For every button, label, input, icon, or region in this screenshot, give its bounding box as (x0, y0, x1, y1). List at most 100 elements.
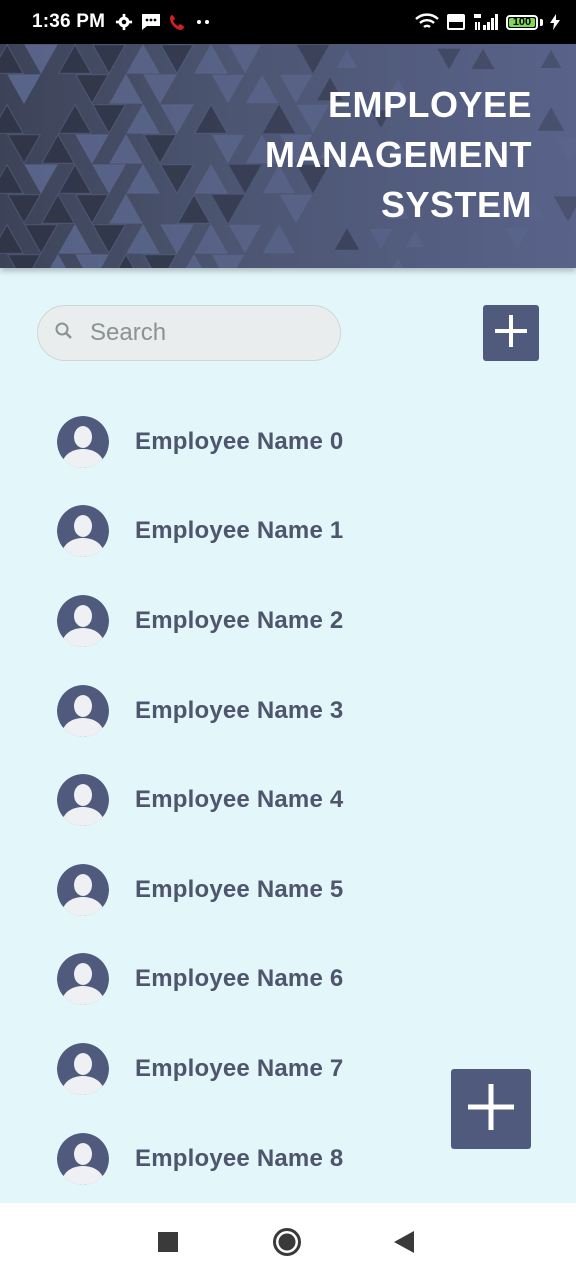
pattern-triangle (91, 164, 127, 195)
pattern-triangle (392, 258, 404, 268)
fab-add-employee-button[interactable] (451, 1069, 531, 1149)
avatar (57, 863, 109, 916)
pattern-triangle (437, 48, 461, 70)
pattern-triangle (405, 230, 425, 248)
pattern-triangle (49, 253, 67, 268)
pattern-triangle (23, 224, 59, 255)
volte-icon (446, 13, 466, 31)
pattern-triangle (0, 223, 25, 254)
pattern-triangle (504, 228, 530, 250)
pattern-triangle (108, 73, 144, 104)
pattern-triangle (159, 44, 195, 75)
signal-icon (473, 13, 499, 31)
back-button[interactable] (394, 1231, 414, 1253)
pattern-triangle (74, 254, 110, 268)
wifi-icon (415, 13, 439, 31)
pattern-triangle (228, 44, 262, 74)
search-input[interactable] (88, 318, 312, 348)
pattern-triangle (57, 103, 93, 134)
pattern-triangle (108, 133, 144, 164)
pattern-triangle (537, 107, 565, 131)
employee-name: Employee Name 3 (135, 696, 344, 724)
list-item[interactable]: Employee Name 3 (0, 666, 576, 756)
settings-icon (115, 13, 133, 31)
pattern-triangle (57, 163, 93, 194)
app-title: EMPLOYEE MANAGEMENT SYSTEM (265, 80, 532, 230)
pattern-triangle (571, 227, 576, 235)
pattern-triangle (185, 253, 203, 268)
employee-name: Employee Name 1 (135, 517, 344, 545)
system-nav-bar (0, 1203, 576, 1280)
avatar (57, 594, 109, 647)
status-left-icons (115, 13, 211, 31)
message-icon (141, 13, 161, 31)
battery-icon: 100 (506, 14, 538, 30)
list-item[interactable]: Employee Name 5 (0, 845, 576, 935)
list-item[interactable]: Employee Name 4 (0, 755, 576, 845)
home-button[interactable] (272, 1227, 302, 1257)
pattern-triangle (6, 194, 42, 225)
recents-button[interactable] (158, 1232, 178, 1252)
add-employee-button[interactable] (483, 305, 539, 361)
charging-icon (550, 14, 560, 30)
missed-call-icon (169, 13, 187, 31)
pattern-triangle (193, 223, 229, 254)
pattern-triangle (142, 74, 178, 105)
pattern-triangle (334, 228, 360, 250)
battery-level: 100 (512, 16, 532, 28)
list-item[interactable]: Employee Name 6 (0, 935, 576, 1025)
square-icon (158, 1232, 178, 1252)
pattern-triangle (125, 223, 161, 254)
search-box[interactable] (37, 305, 341, 361)
pattern-triangle (228, 164, 262, 194)
header-banner: EMPLOYEE MANAGEMENT SYSTEM (0, 44, 576, 268)
avatar (57, 684, 109, 737)
pattern-triangle (211, 194, 245, 224)
pattern-triangle (91, 44, 127, 75)
list-item[interactable]: Employee Name 1 (0, 487, 576, 577)
pattern-triangle (23, 164, 59, 195)
employee-name: Employee Name 2 (135, 606, 344, 634)
plus-icon (493, 313, 529, 354)
status-bar: 1:36 PM 100 (0, 0, 576, 44)
more-notifications-icon (195, 19, 211, 25)
list-item[interactable]: Employee Name 2 (0, 576, 576, 666)
avatar (57, 1042, 109, 1095)
pattern-triangle (471, 48, 495, 70)
pattern-triangle (176, 193, 212, 224)
pattern-triangle (369, 228, 393, 250)
pattern-triangle (159, 224, 195, 255)
avatar (57, 505, 109, 558)
employee-name: Employee Name 0 (135, 427, 344, 455)
pattern-triangle (211, 134, 245, 164)
pattern-triangle (142, 254, 178, 268)
pattern-triangle (74, 134, 110, 165)
pattern-triangle (540, 49, 562, 69)
employee-name: Employee Name 8 (135, 1144, 344, 1172)
pattern-triangle (211, 254, 245, 268)
pattern-triangle (91, 104, 127, 135)
pattern-triangle (159, 164, 195, 195)
pattern-triangle (554, 137, 576, 161)
pattern-triangle (57, 44, 93, 74)
pattern-triangle (108, 193, 144, 224)
avatar (57, 1132, 109, 1185)
pattern-triangle (553, 196, 576, 222)
pattern-triangle (57, 223, 93, 254)
pattern-triangle (336, 49, 358, 69)
pattern-triangle (6, 74, 42, 105)
circle-icon (273, 1228, 301, 1256)
plus-icon (466, 1082, 516, 1137)
employee-name: Employee Name 5 (135, 875, 344, 903)
pattern-triangle (193, 163, 229, 194)
pattern-triangle (0, 103, 25, 134)
pattern-triangle (125, 163, 161, 194)
pattern-triangle (0, 163, 25, 194)
pattern-triangle (193, 44, 229, 74)
pattern-triangle (228, 224, 262, 254)
employee-name: Employee Name 6 (135, 965, 344, 993)
list-item[interactable]: Employee Name 0 (0, 397, 576, 487)
status-time: 1:36 PM (32, 11, 106, 32)
pattern-triangle (74, 74, 110, 105)
pattern-triangle (125, 44, 161, 74)
